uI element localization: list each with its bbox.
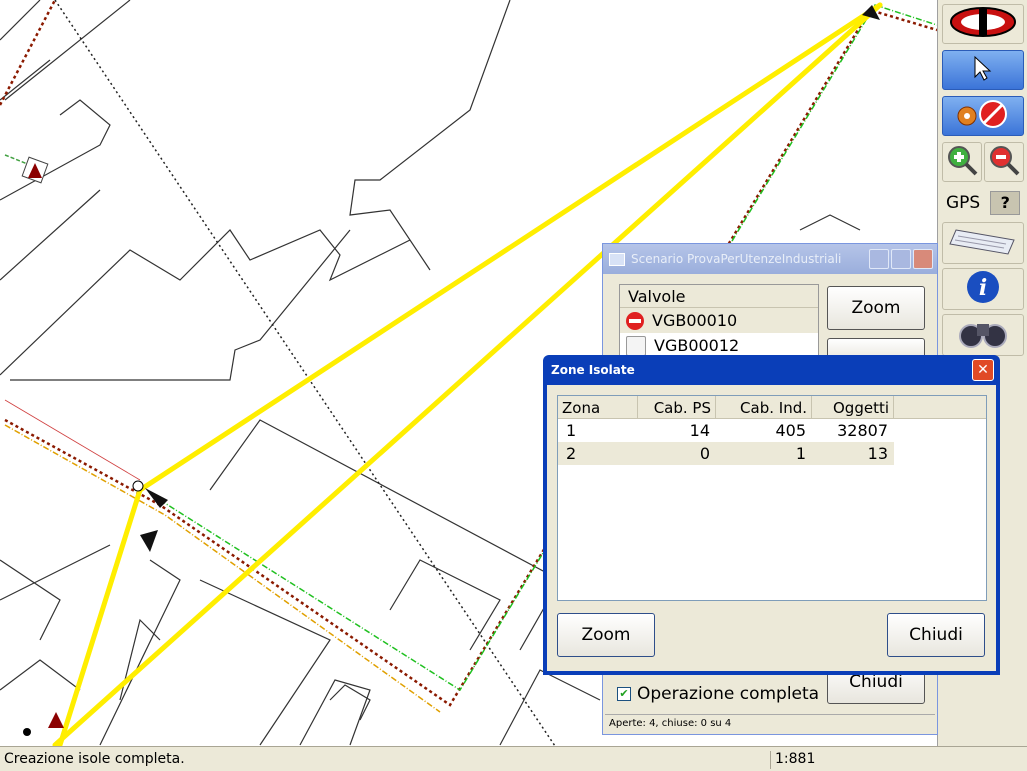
status-message: Creazione isole completa.	[4, 751, 185, 767]
checkmark-icon: ✔	[617, 687, 631, 701]
cell-zona: 2	[566, 444, 577, 463]
valves-list-header: Valvole	[620, 285, 818, 308]
no-entry-icon	[626, 311, 644, 330]
zoom-out-button[interactable]	[984, 142, 1024, 182]
maximize-button[interactable]	[891, 249, 911, 269]
info-button[interactable]: i	[942, 268, 1024, 310]
valve-name: VGB00012	[654, 336, 740, 355]
cell-zona: 1	[566, 421, 577, 440]
gps-label: GPS	[946, 193, 981, 213]
zoom-out-icon	[988, 144, 1020, 180]
list-item[interactable]: VGB00010	[620, 308, 818, 333]
cell-cab-ps: 14	[689, 421, 710, 440]
gps-help-button[interactable]: ?	[990, 191, 1021, 215]
settings-disabled-icon	[953, 98, 1013, 134]
valves-list[interactable]: Valvole VGB00010 VGB00012	[619, 284, 819, 356]
zone-table[interactable]: Zona Cab. PS Cab. Ind. Oggetti 1 14 405 …	[557, 395, 987, 601]
checkbox-icon	[626, 335, 646, 356]
status-bar: Creazione isole completa. 1:881	[0, 746, 1027, 771]
cell-cab-ps: 0	[699, 444, 710, 463]
minimize-button[interactable]	[869, 249, 889, 269]
keyboard-icon	[948, 226, 1018, 260]
settings-button[interactable]	[942, 96, 1024, 136]
zone-isolate-window: Zone Isolate ✕ Zona Cab. PS Cab. Ind. Og…	[543, 355, 1000, 675]
column-header-cab-ind[interactable]: Cab. Ind.	[716, 396, 812, 418]
binoculars-button[interactable]	[942, 314, 1024, 356]
column-header-zona[interactable]: Zona	[558, 396, 638, 418]
cell-oggetti: 13	[867, 444, 888, 463]
cell-cab-ind: 405	[775, 421, 806, 440]
binoculars-icon	[953, 316, 1013, 354]
zoom-in-icon	[946, 144, 978, 180]
map-scale: 1:881	[770, 751, 815, 769]
pointer-tool-button[interactable]	[942, 50, 1024, 90]
pointer-icon	[973, 55, 993, 85]
zone-table-header: Zona Cab. PS Cab. Ind. Oggetti	[558, 396, 986, 419]
logo-button[interactable]	[942, 4, 1024, 44]
close-button[interactable]	[913, 249, 933, 269]
keyboard-button[interactable]	[942, 222, 1024, 264]
operation-complete-checkbox[interactable]: ✔ Operazione completa	[617, 684, 819, 704]
window-icon	[609, 252, 625, 266]
scenario-title: Scenario ProvaPerUtenzeIndustriali	[631, 252, 842, 266]
gps-row: GPS ?	[942, 188, 1024, 218]
zone-close-button[interactable]: ✕	[972, 359, 994, 381]
column-header-oggetti[interactable]: Oggetti	[812, 396, 894, 418]
operation-complete-label: Operazione completa	[637, 684, 820, 704]
valve-name: VGB00010	[652, 311, 738, 330]
zone-close-dialog-button[interactable]: Chiudi	[887, 613, 985, 657]
svg-text:i: i	[979, 275, 987, 301]
logo-icon	[948, 5, 1018, 43]
table-row[interactable]: 2 0 1 13	[558, 442, 894, 465]
cell-cab-ind: 1	[795, 444, 806, 463]
scenario-titlebar[interactable]: Scenario ProvaPerUtenzeIndustriali	[603, 244, 937, 274]
cell-oggetti: 32807	[837, 421, 888, 440]
zone-window-body: Zona Cab. PS Cab. Ind. Oggetti 1 14 405 …	[547, 385, 996, 671]
zone-titlebar[interactable]: Zone Isolate ✕	[547, 355, 996, 385]
zone-zoom-button[interactable]: Zoom	[557, 613, 655, 657]
scenario-zoom-button[interactable]: Zoom	[827, 286, 925, 330]
table-row[interactable]: 1 14 405 32807	[558, 419, 894, 442]
zoom-in-button[interactable]	[942, 142, 982, 182]
scenario-status: Aperte: 4, chiuse: 0 su 4	[605, 714, 935, 732]
info-icon: i	[965, 269, 1001, 309]
column-header-cab-ps[interactable]: Cab. PS	[638, 396, 716, 418]
zone-title: Zone Isolate	[551, 363, 635, 377]
